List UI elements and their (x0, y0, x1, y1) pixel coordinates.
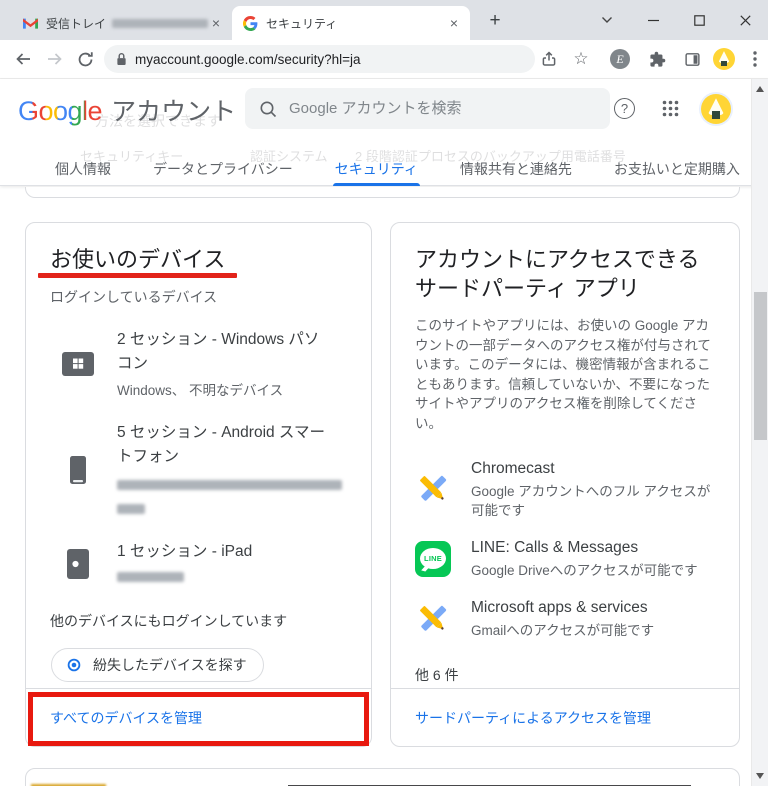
windows-pc-icon (61, 351, 95, 377)
account-search-box[interactable] (245, 88, 610, 129)
help-icon[interactable]: ? (614, 98, 635, 119)
tab-close-icon[interactable]: × (208, 14, 224, 32)
browser-menu-icon[interactable] (740, 40, 768, 78)
app-access: Gmailへのアクセスが可能です (471, 623, 655, 638)
third-party-card-title: アカウントにアクセスできるサードパーティ アプリ (415, 247, 700, 301)
generic-app-icon (415, 471, 451, 507)
generic-app-icon (415, 601, 451, 637)
profile-avatar[interactable] (709, 40, 739, 78)
scrollbar-thumb[interactable] (754, 292, 767, 440)
logo-product-text: アカウント (111, 98, 237, 126)
find-device-target-icon (67, 658, 81, 672)
reload-button[interactable] (70, 40, 100, 78)
nav-tab-payments[interactable]: お支払いと定期購入 (614, 155, 740, 186)
annotation-red-box (28, 692, 369, 746)
window-minimize-button[interactable] (630, 0, 676, 40)
nav-tab-sharing[interactable]: 情報共有と連絡先 (460, 155, 572, 186)
devices-card-title: お使いのデバイス (50, 247, 226, 272)
tab-gmail-title: 受信トレイ - (46, 16, 109, 31)
scroll-up-arrow[interactable] (756, 86, 764, 92)
devices-card: お使いのデバイス ログインしているデバイス 2 セッション - Windows … (25, 222, 372, 747)
other-devices-text: 他のデバイスにもログインしています (50, 613, 288, 629)
window-close-button[interactable] (722, 0, 768, 40)
device-row-windows[interactable]: 2 セッション - Windows パソコン Windows、 不明なデバイス (50, 328, 347, 400)
app-access: Google Driveへのアクセスが可能です (471, 563, 698, 578)
google-favicon-icon (242, 15, 258, 31)
redacted-text (117, 572, 184, 582)
browser-window: 受信トレイ - × セキュリティ × + myaccount.google.co… (0, 0, 768, 786)
annotation-red-underline (38, 273, 237, 278)
window-maximize-button[interactable] (676, 0, 722, 40)
address-bar[interactable]: myaccount.google.com/security?hl=ja (104, 45, 535, 73)
app-name: Chromecast (471, 460, 555, 477)
third-party-card-footer: サードパーティによるアクセスを管理 (391, 688, 739, 746)
tab-security[interactable]: セキュリティ × (232, 6, 470, 40)
lock-icon (117, 52, 126, 65)
app-name: Microsoft apps & services (471, 599, 648, 616)
account-nav: 個人情報 データとプライバシー セキュリティ 情報共有と連絡先 お支払いと定期購… (0, 155, 768, 186)
app-name: LINE: Calls & Messages (471, 539, 639, 556)
tab-close-icon[interactable]: × (446, 14, 462, 32)
manage-third-party-access-link[interactable]: サードパーティによるアクセスを管理 (415, 708, 651, 728)
devices-card-subtitle: ログインしているデバイス (50, 289, 218, 305)
android-phone-icon (61, 455, 95, 485)
third-party-card-description: このサイトやアプリには、お使いの Google アカウントの一部データへのアクセ… (415, 318, 711, 431)
device-row-android[interactable]: 5 セッション - Android スマートフォン (50, 421, 347, 519)
app-access: Google アカウントへのフル アクセスが可能です (471, 484, 711, 518)
app-row-microsoft[interactable]: Microsoft apps & services Gmailへのアクセスが可能… (415, 597, 715, 640)
tab-security-title: セキュリティ (266, 16, 338, 31)
nav-tab-security[interactable]: セキュリティ (332, 155, 421, 186)
device-title: 5 セッション - Android スマートフォン (117, 424, 325, 465)
find-lost-device-label: 紛失したデバイスを探す (93, 657, 247, 673)
bookmark-star-icon[interactable]: ☆ (566, 40, 596, 78)
side-panel-icon[interactable] (677, 40, 707, 78)
window-controls (584, 0, 768, 40)
third-party-apps-card: アカウントにアクセスできるサードパーティ アプリ このサイトやアプリには、お使い… (390, 222, 740, 747)
device-subtitle: Windows、 不明なデバイス (117, 383, 284, 398)
tab-strip: 受信トレイ - × セキュリティ × + (0, 0, 768, 40)
page-scrollbar (751, 79, 768, 786)
extensions-puzzle-icon[interactable] (642, 40, 672, 78)
url-text: myaccount.google.com/security?hl=ja (135, 51, 361, 67)
redacted-text (112, 18, 208, 28)
nav-tab-data-privacy[interactable]: データとプライバシー (153, 155, 293, 186)
scroll-down-arrow[interactable] (756, 773, 764, 779)
redacted-text (117, 480, 342, 490)
back-button[interactable] (8, 40, 38, 78)
extension-e-icon[interactable]: E (605, 40, 635, 78)
line-app-icon: LINE (415, 540, 451, 577)
share-icon[interactable] (534, 40, 564, 78)
redacted-text (117, 504, 145, 514)
search-icon (260, 101, 277, 117)
app-row-line[interactable]: LINE LINE: Calls & Messages Google Drive… (415, 537, 715, 580)
window-chevron-button[interactable] (584, 0, 630, 40)
browser-toolbar: myaccount.google.com/security?hl=ja ☆ E (0, 40, 768, 79)
more-apps-count: 他 6 件 (415, 667, 459, 683)
new-tab-button[interactable]: + (482, 8, 508, 34)
next-card-edge (25, 768, 740, 786)
search-input[interactable] (289, 100, 569, 117)
previous-card-edge (25, 187, 740, 198)
gmail-favicon-icon (22, 15, 38, 31)
google-logo-text: Google (18, 96, 103, 126)
ipad-icon (61, 548, 95, 580)
google-account-logo[interactable]: Google アカウント (18, 92, 236, 128)
device-row-ipad[interactable]: 1 セッション - iPad (50, 540, 347, 587)
account-header: 方法を選択できます セキュリティキー 認証システム 2 段階認証プロセスのバック… (0, 79, 768, 186)
account-avatar[interactable] (701, 94, 731, 124)
apps-grid-icon[interactable] (662, 100, 679, 122)
forward-button[interactable] (40, 40, 70, 78)
device-title: 1 セッション - iPad (117, 543, 253, 560)
nav-tab-personal-info[interactable]: 個人情報 (55, 155, 111, 186)
app-row-chromecast[interactable]: Chromecast Google アカウントへのフル アクセスが可能です (415, 458, 715, 520)
device-title: 2 セッション - Windows パソコン (117, 331, 320, 372)
tab-gmail[interactable]: 受信トレイ - × (12, 6, 232, 40)
find-lost-device-button[interactable]: 紛失したデバイスを探す (51, 648, 264, 682)
